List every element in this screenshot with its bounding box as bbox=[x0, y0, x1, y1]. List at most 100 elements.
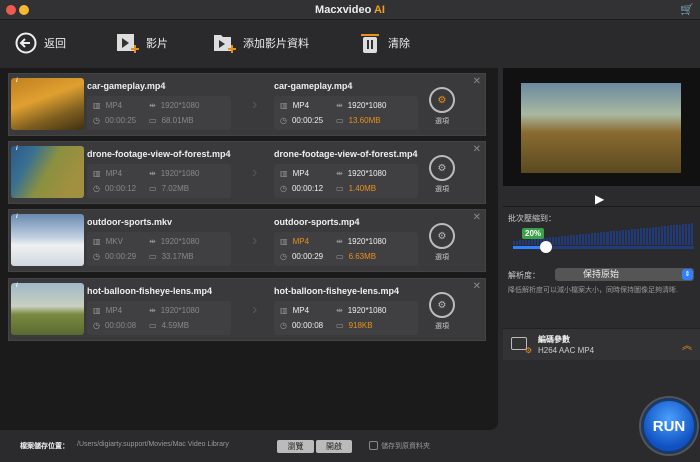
app-title-accent: AI bbox=[373, 4, 385, 16]
settings-gear-icon[interactable]: ⚙ bbox=[429, 87, 455, 113]
video-row[interactable]: i outdoor-sports.mkv ▥ MKV ⇹ 1920*1080 ◷ 00… bbox=[8, 209, 486, 272]
video-thumbnail[interactable]: i bbox=[11, 283, 84, 335]
output-format: MP4 bbox=[292, 169, 310, 178]
video-thumbnail[interactable]: i bbox=[11, 146, 84, 198]
source-format: MKV bbox=[105, 237, 123, 246]
remove-item-icon[interactable]: ✕ bbox=[473, 281, 481, 292]
trash-icon bbox=[358, 31, 382, 55]
back-arrow-icon bbox=[14, 31, 38, 55]
histogram-bar bbox=[687, 223, 690, 245]
output-duration: 00:00:12 bbox=[291, 184, 324, 193]
compress-percent-badge: 20% bbox=[522, 228, 545, 239]
add-video-button[interactable]: 影片 bbox=[116, 31, 168, 55]
histogram-bar bbox=[681, 224, 684, 245]
info-icon[interactable]: i bbox=[16, 214, 18, 220]
histogram-bar bbox=[633, 229, 636, 245]
histogram-bar bbox=[591, 233, 594, 245]
output-info: ▥ MP4 ⇹ 1920*1080 ◷ 00:00:12 ▭ 1.40MB bbox=[274, 164, 418, 198]
source-format: MP4 bbox=[105, 169, 123, 178]
resolution-icon: ⇹ bbox=[149, 237, 156, 246]
options-label[interactable]: 選項 bbox=[435, 321, 449, 331]
options-label[interactable]: 選項 bbox=[435, 116, 449, 126]
histogram-bar bbox=[561, 236, 564, 245]
histogram-bar bbox=[615, 230, 618, 245]
back-button[interactable]: 返回 bbox=[14, 31, 66, 55]
video-list: i car-gameplay.mp4 ▥ MP4 ⇹ 1920*1080 ◷ 00:0… bbox=[0, 68, 498, 430]
histogram-bar bbox=[657, 226, 660, 245]
output-filename: hot-balloon-fisheye-lens.mp4 bbox=[274, 286, 400, 296]
film-icon: ▥ bbox=[280, 237, 288, 246]
save-to-source-checkbox[interactable] bbox=[369, 441, 378, 450]
add-folder-button[interactable]: 添加影片資料 bbox=[213, 31, 309, 55]
output-size: 918KB bbox=[348, 321, 373, 330]
histogram-bar bbox=[612, 231, 615, 245]
run-button[interactable]: RUN bbox=[641, 398, 697, 454]
source-size: 33.17MB bbox=[161, 252, 194, 261]
play-icon[interactable]: ▶ bbox=[595, 192, 604, 206]
output-info: ▥ MP4 ⇹ 1920*1080 ◷ 00:00:25 ▭ 13.60MB bbox=[274, 96, 418, 130]
browse-button[interactable]: 瀏覽 bbox=[277, 440, 314, 453]
video-thumbnail[interactable]: i bbox=[11, 78, 84, 130]
bottom-bar: 檔案儲存位置： /Users/digiarty.support/Movies/M… bbox=[0, 430, 640, 462]
remove-item-icon[interactable]: ✕ bbox=[473, 76, 481, 87]
settings-gear-icon[interactable]: ⚙ bbox=[429, 292, 455, 318]
video-row[interactable]: i car-gameplay.mp4 ▥ MP4 ⇹ 1920*1080 ◷ 00:0… bbox=[8, 73, 486, 136]
output-resolution: 1920*1080 bbox=[347, 306, 387, 315]
preview-image bbox=[521, 83, 681, 173]
save-to-source-label: 儲存到原資料夾 bbox=[381, 443, 430, 450]
histogram-bar bbox=[537, 238, 540, 245]
divider bbox=[503, 206, 700, 207]
chevron-right-icon: › bbox=[252, 164, 258, 181]
info-icon[interactable]: i bbox=[16, 283, 18, 289]
histogram-bar bbox=[594, 232, 597, 245]
clear-button[interactable]: 清除 bbox=[358, 31, 410, 55]
histogram-bar bbox=[570, 235, 573, 245]
codec-value: H264 AAC MP4 bbox=[538, 346, 595, 355]
remove-item-icon[interactable]: ✕ bbox=[473, 144, 481, 155]
codec-title: 編碼參數 bbox=[538, 335, 570, 344]
histogram-bar bbox=[588, 233, 591, 245]
histogram-bar bbox=[567, 235, 570, 245]
video-row[interactable]: i hot-balloon-fisheye-lens.mp4 ▥ MP4 ⇹ 192… bbox=[8, 278, 486, 341]
histogram-bar bbox=[648, 227, 651, 245]
output-size: 6.63MB bbox=[348, 252, 377, 261]
histogram-bar bbox=[630, 229, 633, 245]
folder-icon: ▭ bbox=[149, 321, 157, 330]
resolution-select[interactable]: 保持原始 ⇕ bbox=[555, 268, 694, 281]
remove-item-icon[interactable]: ✕ bbox=[473, 212, 481, 223]
output-duration: 00:00:29 bbox=[291, 252, 324, 261]
video-row[interactable]: i drone-footage-view-of-forest.mp4 ▥ MP4 … bbox=[8, 141, 486, 204]
info-icon[interactable]: i bbox=[16, 78, 18, 84]
settings-gear-icon[interactable]: ⚙ bbox=[429, 223, 455, 249]
film-icon: ▥ bbox=[280, 306, 288, 315]
histogram-bar bbox=[645, 227, 648, 245]
histogram-bar bbox=[573, 235, 576, 245]
output-size: 1.40MB bbox=[348, 184, 377, 193]
video-thumbnail[interactable]: i bbox=[11, 214, 84, 266]
open-button[interactable]: 開啟 bbox=[316, 440, 352, 453]
histogram-bar bbox=[678, 224, 681, 245]
cart-icon[interactable]: 🛒 bbox=[680, 3, 694, 16]
histogram-bar bbox=[660, 226, 663, 245]
chevron-right-icon: › bbox=[252, 301, 258, 318]
clock-icon: ◷ bbox=[93, 116, 100, 125]
options-label[interactable]: 選項 bbox=[435, 184, 449, 194]
codec-params-panel[interactable]: ⚙ 編碼參數 H264 AAC MP4 ︽ bbox=[503, 328, 700, 360]
compress-slider-handle[interactable] bbox=[539, 241, 552, 253]
options-label[interactable]: 選項 bbox=[435, 252, 449, 262]
source-duration: 00:00:08 bbox=[104, 321, 137, 330]
histogram-bar bbox=[663, 226, 666, 245]
histogram-bar bbox=[585, 233, 588, 245]
source-duration: 00:00:12 bbox=[104, 184, 137, 193]
histogram-bar bbox=[675, 224, 678, 245]
select-arrows-icon: ⇕ bbox=[682, 269, 693, 280]
settings-gear-icon[interactable]: ⚙ bbox=[429, 155, 455, 181]
resolution-label: 解析度： bbox=[508, 271, 540, 280]
clock-icon: ◷ bbox=[280, 116, 287, 125]
source-info: ▥ MP4 ⇹ 1920*1080 ◷ 00:00:12 ▭ 7.02MB bbox=[87, 164, 231, 198]
info-icon[interactable]: i bbox=[16, 146, 18, 152]
chevron-up-icon[interactable]: ︽ bbox=[682, 337, 692, 352]
histogram-bar bbox=[564, 235, 567, 245]
folder-icon: ▭ bbox=[149, 184, 157, 193]
resolution-icon: ⇹ bbox=[149, 306, 156, 315]
